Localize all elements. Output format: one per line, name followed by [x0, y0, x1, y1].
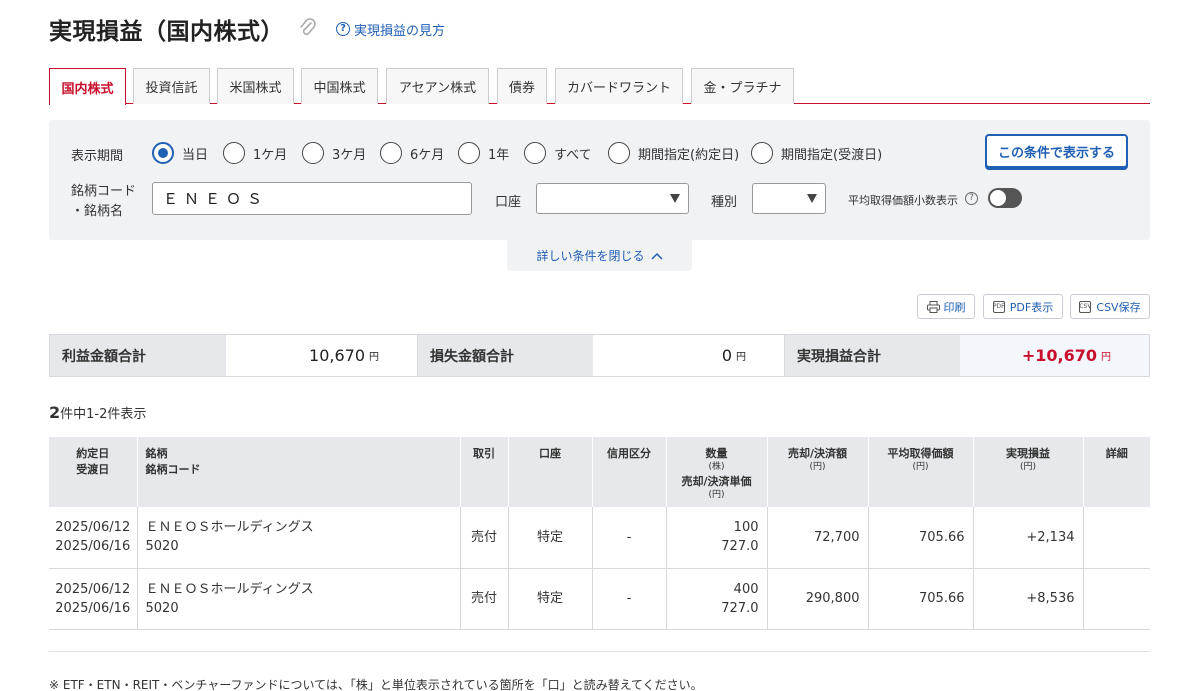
col-date: 約定日 受渡日	[49, 437, 138, 507]
profit-total-value: 10,670 円	[226, 335, 417, 376]
row-stock: ＥＮＥＯＳホールディングス 5020	[137, 568, 461, 630]
period-option-today[interactable]: 当日	[152, 142, 208, 164]
collapse-conditions-button[interactable]: 詳しい条件を閉じる	[507, 240, 692, 271]
period-option-settle-date[interactable]: 期間指定(受渡日)	[751, 142, 882, 164]
chevron-up-icon	[650, 252, 663, 260]
table-row: 2025/06/12 2025/06/16 ＥＮＥＯＳホールディングス 5020 売…	[49, 507, 1150, 569]
row-dates: 2025/06/12 2025/06/16	[49, 568, 138, 630]
col-credit: 信用区分	[592, 437, 667, 507]
summary-bar: 利益金額合計 10,670 円 損失金額合計 0円 実現損益合計 +10,670 円	[49, 334, 1150, 377]
radio-icon	[608, 142, 630, 164]
tab-investment-trusts[interactable]: 投資信託	[133, 68, 210, 104]
row-realized-pl: +2,134	[973, 507, 1084, 569]
filter-panel: 表示期間 当日 1ケ月 3ケ月 6ケ月 1年 すべて 期間指定(約定日) 期間指…	[49, 120, 1150, 240]
realized-total-value: +10,670 円	[960, 335, 1149, 376]
tab-china-stocks[interactable]: 中国株式	[301, 68, 378, 104]
tab-gold-platinum[interactable]: 金・プラチナ	[691, 68, 794, 104]
info-icon[interactable]: ?	[965, 192, 978, 205]
market-tabs: 国内株式 投資信託 米国株式 中国株式 アセアン株式 債券 カバードワラント 金…	[49, 68, 1150, 105]
row-account: 特定	[508, 568, 593, 630]
tab-covered-warrants[interactable]: カバードワラント	[555, 68, 683, 104]
period-option-all[interactable]: すべて	[524, 142, 592, 164]
period-option-1m[interactable]: 1ケ月	[223, 142, 287, 164]
row-dates: 2025/06/12 2025/06/16	[49, 507, 138, 569]
row-amount: 72,700	[767, 507, 869, 569]
type-label: 種別	[711, 195, 738, 210]
col-account: 口座	[508, 437, 593, 507]
footnote: ※ ETF・ETN・REIT・ベンチャーファンドについては、「株」と単位表示され…	[49, 651, 1150, 691]
page-header: 実現損益（国内株式） ? 実現損益の見方	[49, 12, 445, 46]
col-detail: 詳細	[1083, 437, 1150, 507]
row-stock: ＥＮＥＯＳホールディングス 5020	[137, 507, 461, 569]
show-results-button[interactable]: この条件で表示する	[985, 134, 1128, 168]
col-avg-price: 平均取得価額 (円)	[868, 437, 974, 507]
row-trade: 売付	[460, 507, 509, 569]
row-detail	[1083, 507, 1150, 569]
row-credit: -	[592, 507, 667, 569]
csv-button[interactable]: CSV CSV保存	[1070, 294, 1150, 319]
period-option-trade-date[interactable]: 期間指定(約定日)	[608, 142, 739, 164]
period-option-3m[interactable]: 3ケ月	[302, 142, 366, 164]
printer-icon	[926, 300, 940, 313]
tab-domestic-stocks[interactable]: 国内株式	[49, 68, 126, 105]
stock-name-link[interactable]: ＥＮＥＯＳホールディングス	[146, 582, 314, 597]
row-amount: 290,800	[767, 568, 869, 630]
loss-total-label: 損失金額合計	[417, 335, 593, 376]
loss-total-value: 0円	[593, 335, 784, 376]
row-avg-price: 705.66	[868, 507, 974, 569]
row-qty-price: 100 727.0	[666, 507, 768, 569]
page-title: 実現損益（国内株式）	[49, 19, 284, 45]
name-label: ・銘柄名	[71, 204, 124, 219]
period-option-1y[interactable]: 1年	[458, 142, 509, 164]
table-row: 2025/06/12 2025/06/16 ＥＮＥＯＳホールディングス 5020 売…	[49, 568, 1150, 630]
row-realized-pl: +8,536	[973, 568, 1084, 630]
col-trade: 取引	[460, 437, 509, 507]
row-account: 特定	[508, 507, 593, 569]
radio-icon	[380, 142, 402, 164]
result-count: 2件中1-2件表示	[49, 403, 147, 422]
decimal-toggle[interactable]	[988, 188, 1022, 208]
realized-total-label: 実現損益合計	[784, 335, 960, 376]
period-label: 表示期間	[71, 149, 124, 164]
col-realized-pl: 実現損益 (円)	[973, 437, 1084, 507]
stock-name-link[interactable]: ＥＮＥＯＳホールディングス	[146, 520, 314, 535]
row-qty-price: 400 727.0	[666, 568, 768, 630]
table-header-row: 約定日 受渡日 銘柄 銘柄コード 取引 口座 信用区分 数量 (株) 売却/決済単価 (円…	[49, 437, 1150, 507]
pdf-icon: PDF	[992, 300, 1005, 313]
question-icon: ?	[336, 22, 350, 36]
col-name: 銘柄 銘柄コード	[137, 437, 461, 507]
tab-bonds[interactable]: 債券	[497, 68, 547, 104]
col-amount: 売却/決済額 (円)	[767, 437, 869, 507]
radio-icon	[223, 142, 245, 164]
col-qty: 数量 (株) 売却/決済単価 (円)	[666, 437, 768, 507]
help-link-label: 実現損益の見方	[354, 23, 446, 39]
account-select[interactable]	[536, 183, 689, 214]
type-select[interactable]	[752, 183, 826, 214]
stock-search-input[interactable]: ＥＮＥＯＳ	[152, 182, 472, 215]
csv-icon: CSV	[1079, 300, 1091, 313]
radio-icon	[524, 142, 546, 164]
decimal-label: 平均取得価額小数表示	[848, 194, 958, 207]
radio-checked-icon	[152, 142, 174, 164]
row-avg-price: 705.66	[868, 568, 974, 630]
account-label: 口座	[495, 195, 522, 210]
profit-total-label: 利益金額合計	[50, 335, 226, 376]
print-button[interactable]: 印刷	[917, 294, 975, 319]
radio-icon	[751, 142, 773, 164]
radio-icon	[302, 142, 324, 164]
help-link[interactable]: ? 実現損益の見方	[336, 20, 445, 39]
row-credit: -	[592, 568, 667, 630]
dropdown-arrow-icon	[807, 194, 817, 203]
radio-icon	[458, 142, 480, 164]
pdf-button[interactable]: PDF PDF表示	[983, 294, 1063, 319]
row-trade: 売付	[460, 568, 509, 630]
code-label: 銘柄コード	[71, 184, 137, 199]
tab-us-stocks[interactable]: 米国株式	[217, 68, 294, 104]
row-detail	[1083, 568, 1150, 630]
period-option-6m[interactable]: 6ケ月	[380, 142, 444, 164]
results-table: 約定日 受渡日 銘柄 銘柄コード 取引 口座 信用区分 数量 (株) 売却/決済単価 (円…	[49, 437, 1150, 630]
dropdown-arrow-icon	[670, 194, 680, 203]
paperclip-icon[interactable]	[298, 17, 318, 41]
tab-asean-stocks[interactable]: アセアン株式	[386, 68, 489, 104]
